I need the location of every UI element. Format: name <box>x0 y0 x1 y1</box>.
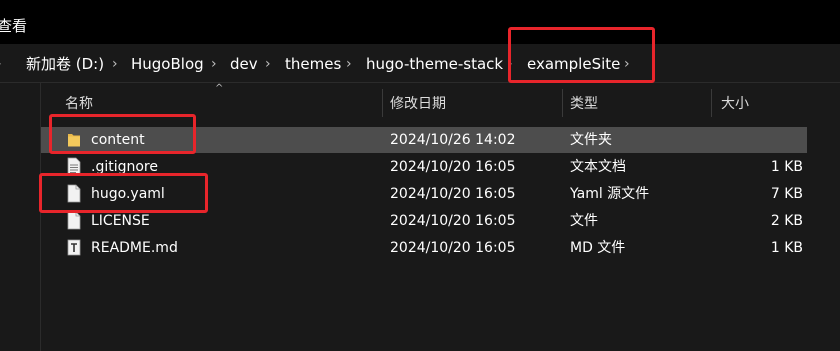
file-icon <box>67 211 81 230</box>
breadcrumb-hugoblog[interactable]: HugoBlog <box>131 54 204 74</box>
chevron-right-icon[interactable]: › <box>265 54 271 74</box>
column-divider[interactable] <box>562 89 563 117</box>
highlight-box-content <box>49 114 196 154</box>
file-name: README.md <box>91 240 178 256</box>
menu-bar: 查看 <box>0 0 840 44</box>
file-date: 2024/10/20 16:05 <box>390 213 516 229</box>
file-size: 1 KB <box>770 159 803 175</box>
column-name[interactable]: 名称 <box>65 93 93 113</box>
column-date[interactable]: 修改日期 <box>390 93 446 113</box>
file-type: 文件 <box>570 213 598 229</box>
column-divider[interactable] <box>711 89 712 117</box>
file-size: 2 KB <box>770 213 803 229</box>
highlight-box-hugo-yaml <box>39 173 208 213</box>
file-size: 1 KB <box>770 240 803 256</box>
navigation-pane[interactable] <box>0 83 41 351</box>
file-size: 7 KB <box>770 186 803 202</box>
column-divider[interactable] <box>382 89 383 117</box>
file-name: LICENSE <box>91 213 150 229</box>
sort-up-icon: ^ <box>215 83 224 94</box>
file-type: 文件夹 <box>570 132 612 148</box>
file-date: 2024/10/26 14:02 <box>390 132 516 148</box>
address-bar[interactable]: › 新加卷 (D:) › HugoBlog › dev › themes › h… <box>0 44 840 83</box>
chevron-right-icon: › <box>0 54 2 74</box>
menu-view[interactable]: 查看 <box>0 17 27 35</box>
vertical-scrollbar[interactable] <box>808 83 840 351</box>
file-date: 2024/10/20 16:05 <box>390 186 516 202</box>
file-type: MD 文件 <box>570 240 626 256</box>
chevron-right-icon[interactable]: › <box>211 54 217 74</box>
breadcrumb-themes[interactable]: themes <box>285 54 341 74</box>
file-date: 2024/10/20 16:05 <box>390 159 516 175</box>
file-type: Yaml 源文件 <box>570 186 650 202</box>
highlight-box-examplesite <box>508 27 655 83</box>
file-row-readme[interactable]: README.md 2024/10/20 16:05 MD 文件 1 KB <box>41 235 807 261</box>
column-type[interactable]: 类型 <box>570 93 598 113</box>
breadcrumb-dev[interactable]: dev <box>230 54 258 74</box>
chevron-right-icon[interactable]: › <box>112 54 118 74</box>
file-date: 2024/10/20 16:05 <box>390 240 516 256</box>
chevron-right-icon[interactable]: › <box>346 54 352 74</box>
file-type: 文本文档 <box>570 159 626 175</box>
column-size[interactable]: 大小 <box>721 93 749 113</box>
breadcrumb-drive[interactable]: 新加卷 (D:) <box>26 54 104 74</box>
breadcrumb-hugo-theme-stack[interactable]: hugo-theme-stack <box>366 54 503 74</box>
markdown-file-icon <box>67 239 81 256</box>
